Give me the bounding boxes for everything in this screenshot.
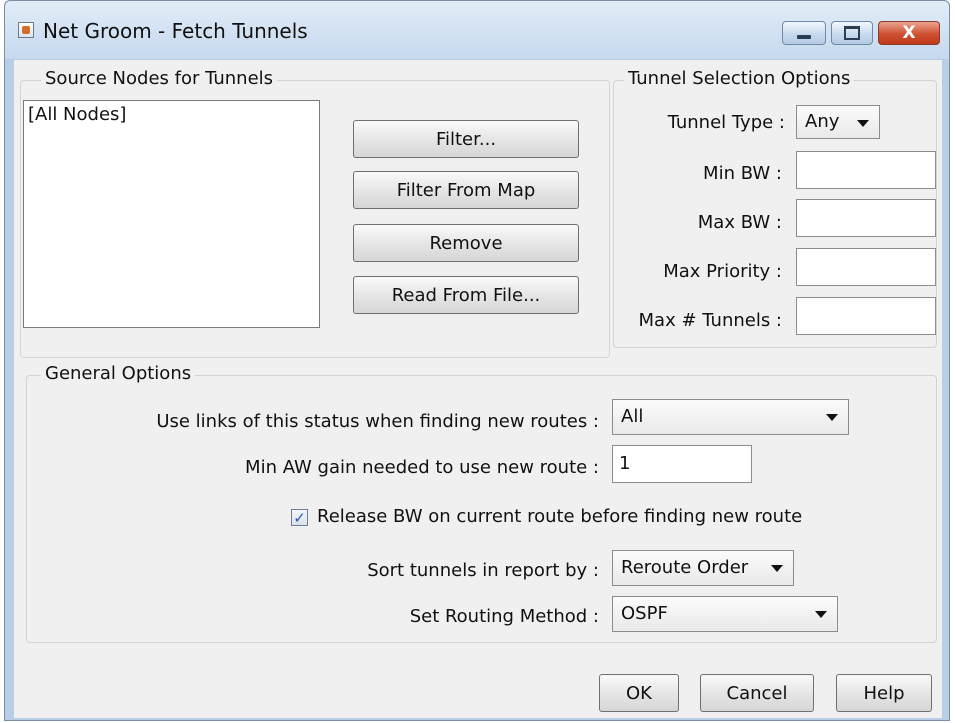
chevron-down-icon [815,611,827,618]
chevron-down-icon [826,414,838,421]
release-bw-label[interactable]: Release BW on current route before findi… [317,506,802,527]
checkmark-icon: ✓ [293,508,306,527]
tunnel-type-label: Tunnel Type : [667,112,785,133]
remove-button[interactable]: Remove [353,224,579,262]
min-bw-label: Min BW : [703,163,782,184]
routing-method-select[interactable]: OSPF [612,596,838,632]
chevron-down-icon [771,565,783,572]
max-bw-input[interactable] [796,199,936,237]
source-nodes-group: Source Nodes for Tunnels [All Nodes] Fil… [20,68,610,358]
link-status-label: Use links of this status when finding ne… [156,411,599,432]
max-priority-label: Max Priority : [663,261,782,282]
close-button[interactable]: X [878,21,940,45]
max-tunnels-input[interactable] [796,297,936,335]
max-tunnels-label: Max # Tunnels : [638,310,782,331]
source-nodes-title: Source Nodes for Tunnels [41,68,278,89]
help-button[interactable]: Help [836,674,932,712]
routing-method-value: OSPF [621,603,668,624]
max-bw-label: Max BW : [697,212,782,233]
read-from-file-button[interactable]: Read From File... [353,276,579,314]
chevron-down-icon [857,120,869,127]
sort-by-select[interactable]: Reroute Order [612,550,794,586]
sort-by-value: Reroute Order [621,557,749,578]
routing-method-label: Set Routing Method : [409,606,599,627]
cancel-button[interactable]: Cancel [700,674,814,712]
java-app-icon [18,22,34,38]
tunnel-selection-title: Tunnel Selection Options [624,68,855,89]
ok-button[interactable]: OK [599,674,679,712]
maximize-button[interactable] [831,21,873,45]
min-bw-input[interactable] [796,151,936,189]
min-aw-gain-input[interactable]: 1 [612,445,752,483]
minimize-button[interactable] [782,21,826,45]
source-nodes-list[interactable]: [All Nodes] [23,100,320,328]
minimize-icon [797,35,811,39]
dialog-window: Net Groom - Fetch Tunnels X Source Nodes… [4,0,950,721]
filter-from-map-button[interactable]: Filter From Map [353,171,579,209]
release-bw-checkbox[interactable]: ✓ [291,508,308,527]
close-icon: X [902,23,916,43]
min-aw-gain-label: Min AW gain needed to use new route : [245,457,599,478]
filter-button[interactable]: Filter... [353,120,579,158]
tunnel-type-select[interactable]: Any [796,105,880,139]
link-status-value: All [621,406,644,427]
link-status-select[interactable]: All [612,399,849,435]
title-bar[interactable]: Net Groom - Fetch Tunnels X [5,1,949,59]
sort-by-label: Sort tunnels in report by : [367,560,599,581]
tunnel-type-value: Any [805,111,840,132]
maximize-icon [844,26,860,40]
max-priority-input[interactable] [796,248,936,286]
window-title: Net Groom - Fetch Tunnels [43,19,308,43]
dialog-content: Source Nodes for Tunnels [All Nodes] Fil… [14,60,942,718]
list-item[interactable]: [All Nodes] [28,104,126,125]
general-options-title: General Options [41,363,196,384]
